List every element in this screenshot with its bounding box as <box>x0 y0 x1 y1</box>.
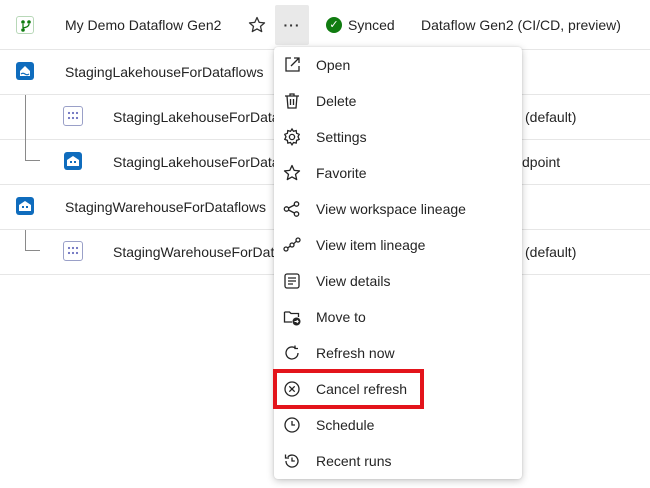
sync-status: ✓ Synced <box>326 0 395 50</box>
menu-item-label: Schedule <box>316 417 375 433</box>
dataflow-icon <box>16 16 34 34</box>
semantic-model-icon <box>63 241 83 261</box>
menu-item-label: Settings <box>316 129 367 145</box>
workspace-lineage-icon <box>282 199 302 219</box>
check-circle-icon: ✓ <box>326 17 342 33</box>
details-icon <box>282 271 302 291</box>
menu-item-refresh-now[interactable]: Refresh now <box>274 335 522 371</box>
menu-item-label: Open <box>316 57 351 73</box>
star-icon <box>282 163 302 183</box>
tree-connector <box>25 160 40 161</box>
settings-icon <box>282 127 302 147</box>
refresh-icon <box>282 343 302 363</box>
menu-item-view-details[interactable]: View details <box>274 263 522 299</box>
menu-item-settings[interactable]: Settings <box>274 119 522 155</box>
menu-item-label: View details <box>316 273 391 289</box>
item-extra: (default) <box>525 109 577 125</box>
menu-item-label: View item lineage <box>316 237 426 253</box>
sync-status-label: Synced <box>348 17 395 33</box>
item-extra: dpoint <box>522 154 561 170</box>
clock-icon <box>282 415 302 435</box>
menu-item-label: Recent runs <box>316 453 392 469</box>
item-name[interactable]: StagingWarehouseForDataflows <box>65 185 266 230</box>
history-icon <box>282 451 302 471</box>
menu-item-label: Refresh now <box>316 345 395 361</box>
tree-connector <box>25 95 26 161</box>
more-options-button[interactable]: ··· <box>275 5 309 45</box>
context-menu: Open Delete Settings Favorite View works… <box>274 47 522 479</box>
delete-icon <box>282 91 302 111</box>
menu-item-move-to[interactable]: Move to <box>274 299 522 335</box>
menu-item-label: Favorite <box>316 165 367 181</box>
item-row-dataflow[interactable]: My Demo Dataflow Gen2 ··· ✓ Synced Dataf… <box>0 0 650 50</box>
menu-item-label: Delete <box>316 93 357 109</box>
sql-endpoint-icon <box>64 152 82 170</box>
menu-item-view-workspace-lineage[interactable]: View workspace lineage <box>274 191 522 227</box>
menu-item-label: View workspace lineage <box>316 201 466 217</box>
item-lineage-icon <box>282 235 302 255</box>
lakehouse-icon <box>16 62 34 80</box>
menu-item-label: Move to <box>316 309 366 325</box>
move-to-folder-icon <box>282 307 302 327</box>
highlight-annotation <box>273 369 424 409</box>
item-extra: (default) <box>525 244 577 260</box>
menu-item-view-item-lineage[interactable]: View item lineage <box>274 227 522 263</box>
tree-connector <box>25 250 40 251</box>
item-name[interactable]: My Demo Dataflow Gen2 <box>65 0 221 50</box>
semantic-model-icon <box>63 106 83 126</box>
favorite-star-icon[interactable] <box>247 15 267 35</box>
open-in-new-icon <box>282 55 302 75</box>
menu-item-recent-runs[interactable]: Recent runs <box>274 443 522 479</box>
item-name[interactable]: StagingLakehouseForDataflows <box>65 50 263 95</box>
menu-item-schedule[interactable]: Schedule <box>274 407 522 443</box>
item-type: Dataflow Gen2 (CI/CD, preview) <box>421 17 621 33</box>
menu-item-open[interactable]: Open <box>274 47 522 83</box>
menu-item-favorite[interactable]: Favorite <box>274 155 522 191</box>
menu-item-delete[interactable]: Delete <box>274 83 522 119</box>
warehouse-icon <box>16 197 34 215</box>
tree-connector <box>25 230 26 250</box>
